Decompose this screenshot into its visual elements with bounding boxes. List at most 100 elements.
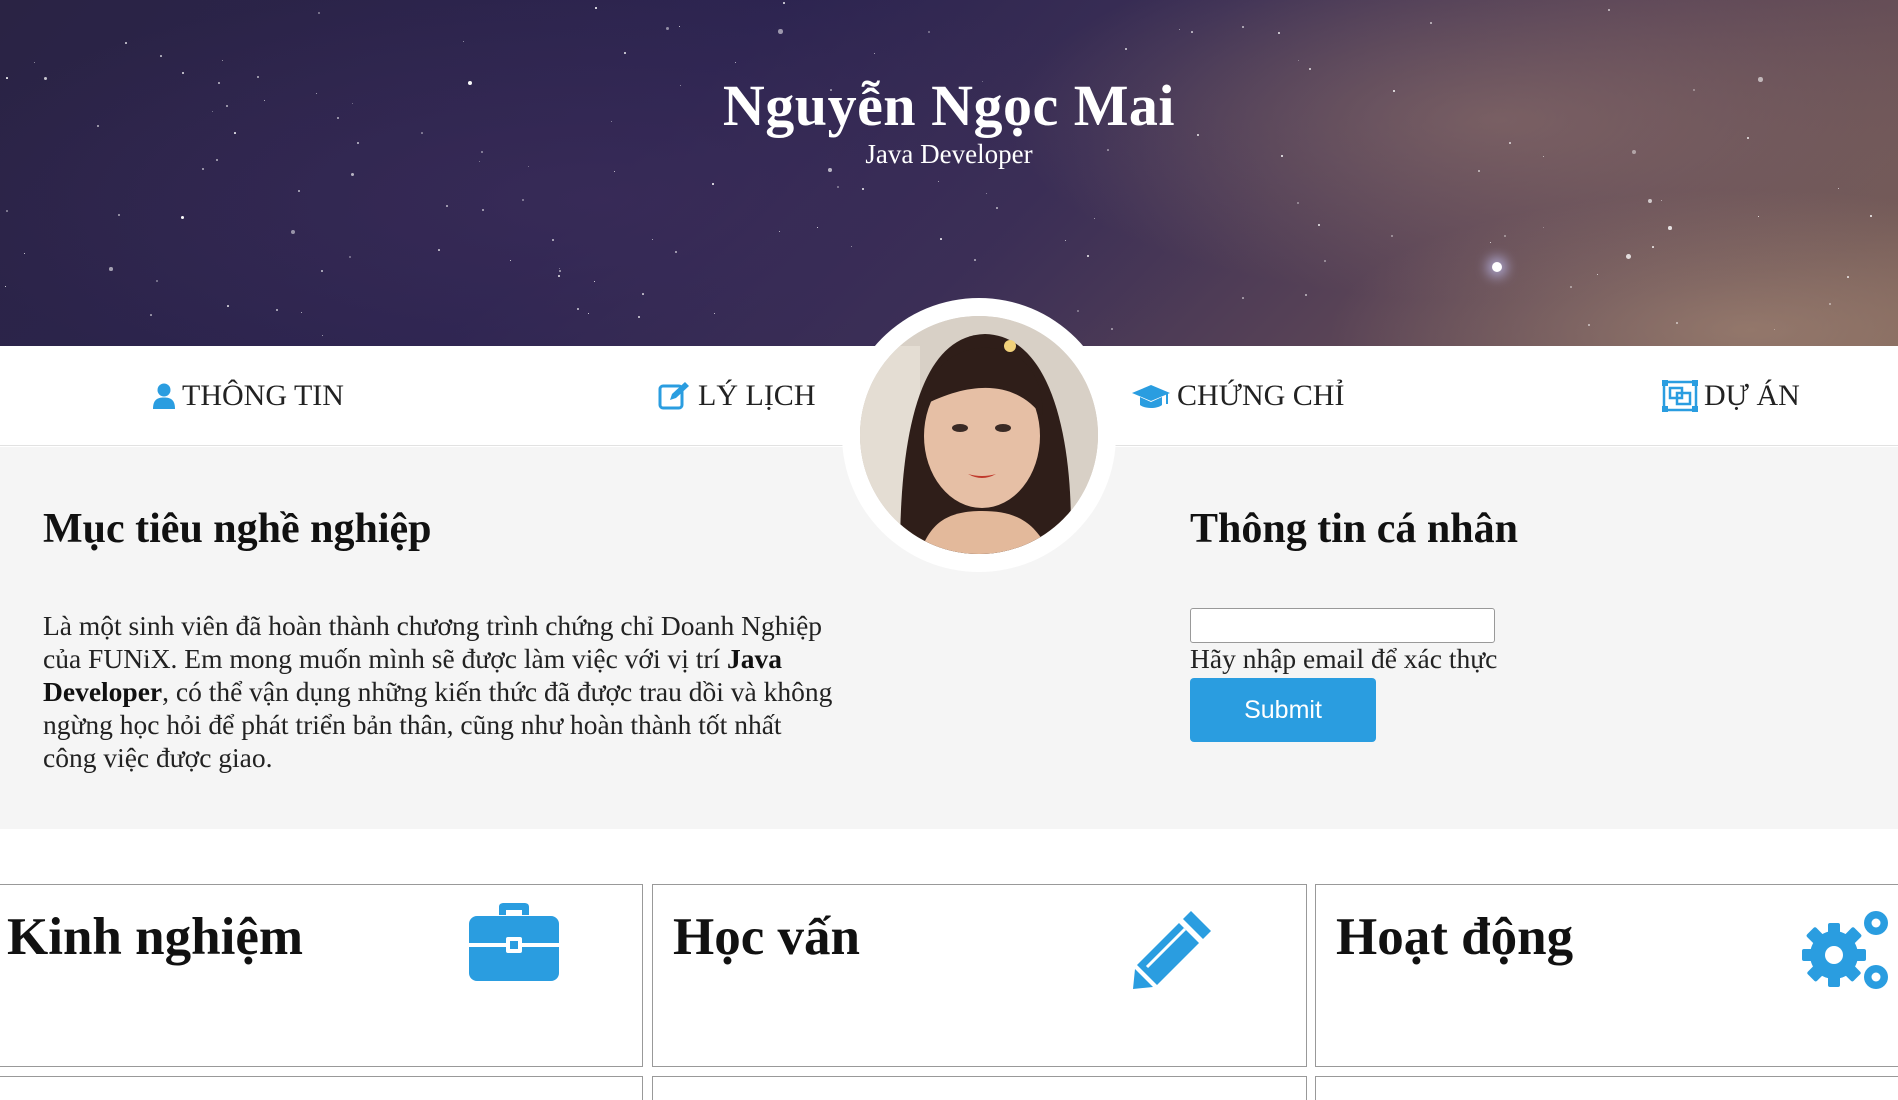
nav-item-info[interactable]: THÔNG TIN — [152, 376, 344, 416]
star — [940, 238, 942, 240]
nav-item-certificates[interactable]: CHỨNG CHỈ — [1131, 376, 1344, 416]
star — [652, 239, 654, 241]
star — [938, 181, 940, 183]
star — [109, 267, 113, 271]
avatar-portrait — [860, 316, 1098, 554]
star — [1125, 48, 1128, 51]
star — [276, 309, 278, 311]
star — [837, 186, 839, 188]
career-goal-text-part: , có thể vận dụng những kiến thức đã đượ… — [43, 676, 833, 773]
star — [34, 62, 35, 63]
star — [1588, 324, 1590, 326]
star — [1504, 235, 1507, 238]
email-hint: Hãy nhập email để xác thực — [1190, 643, 1498, 674]
star — [928, 31, 930, 33]
card-title: Kinh nghiệm — [7, 908, 304, 966]
star — [1774, 329, 1776, 331]
star — [1065, 240, 1067, 242]
star — [1597, 274, 1599, 276]
nav-item-label: CHỨNG CHỈ — [1177, 379, 1345, 412]
star — [438, 249, 440, 251]
nav-item-resume[interactable]: LÝ LỊCH — [658, 376, 815, 416]
star — [624, 52, 626, 54]
star — [1608, 9, 1611, 12]
star — [559, 270, 561, 272]
star — [522, 199, 525, 202]
star — [1297, 202, 1300, 205]
star — [851, 246, 852, 247]
card-row-2-item — [0, 1076, 643, 1100]
star — [227, 305, 229, 307]
star — [321, 270, 324, 273]
star — [558, 275, 560, 277]
star — [318, 12, 321, 15]
nav-item-label: THÔNG TIN — [182, 379, 344, 412]
career-goal-text-part: Là một sinh viên đã hoàn thành chương tr… — [43, 610, 823, 674]
star — [1661, 200, 1663, 202]
card-education[interactable]: Học vấn — [652, 884, 1307, 1067]
profile-role: Java Developer — [865, 139, 1033, 169]
card-row-2-item — [652, 1076, 1307, 1100]
star — [552, 239, 555, 242]
star — [150, 314, 152, 316]
star — [783, 2, 785, 4]
star — [1570, 286, 1572, 288]
personal-info-title: Thông tin cá nhân — [1190, 506, 1518, 552]
star — [222, 60, 224, 62]
star — [1543, 227, 1545, 229]
star — [463, 41, 465, 43]
card-title: Hoạt động — [1336, 908, 1574, 966]
star — [291, 230, 296, 235]
star — [1626, 254, 1631, 259]
star — [1870, 215, 1872, 217]
star — [1829, 303, 1832, 306]
star — [1298, 60, 1300, 62]
star — [1430, 22, 1432, 24]
star — [1847, 276, 1849, 278]
star — [1087, 255, 1089, 257]
briefcase-icon — [469, 903, 559, 981]
pencil-icon — [1133, 911, 1211, 989]
card-experience[interactable]: Kinh nghiệm — [0, 884, 643, 1067]
nav-item-label: DỰ ÁN — [1704, 379, 1800, 412]
star — [1318, 224, 1321, 227]
card-activities[interactable]: Hoạt động — [1315, 884, 1898, 1067]
star — [1492, 262, 1502, 272]
star — [1278, 32, 1280, 34]
star — [1676, 322, 1678, 324]
star — [298, 190, 300, 192]
edit-icon — [658, 382, 689, 410]
star — [614, 171, 616, 173]
star — [1305, 294, 1308, 297]
star — [642, 293, 644, 295]
nav-item-projects[interactable]: DỰ ÁN — [1662, 376, 1800, 416]
star — [666, 27, 670, 31]
star — [1652, 246, 1654, 248]
star — [862, 188, 865, 191]
star — [588, 313, 590, 315]
star — [351, 173, 355, 177]
star — [322, 335, 324, 337]
star — [996, 207, 998, 209]
star — [1838, 188, 1840, 190]
star — [986, 193, 988, 195]
email-input[interactable] — [1190, 608, 1495, 643]
submit-button[interactable]: Submit — [1190, 678, 1376, 742]
user-icon — [153, 383, 175, 409]
star — [735, 62, 737, 64]
star — [974, 259, 976, 261]
card-title: Học vấn — [673, 908, 860, 966]
star — [1111, 328, 1114, 331]
avatar — [860, 316, 1098, 554]
star — [577, 308, 580, 311]
star — [301, 312, 303, 314]
header-banner: Nguyễn Ngọc Mai Java Developer — [0, 0, 1898, 346]
star — [181, 216, 184, 219]
star — [778, 29, 783, 34]
star — [1191, 31, 1193, 33]
star — [817, 227, 819, 229]
star — [679, 26, 681, 28]
career-goal-text: Là một sinh viên đã hoàn thành chương tr… — [43, 609, 833, 774]
profile-name: Nguyễn Ngọc Mai — [722, 73, 1176, 138]
star — [1668, 226, 1672, 230]
